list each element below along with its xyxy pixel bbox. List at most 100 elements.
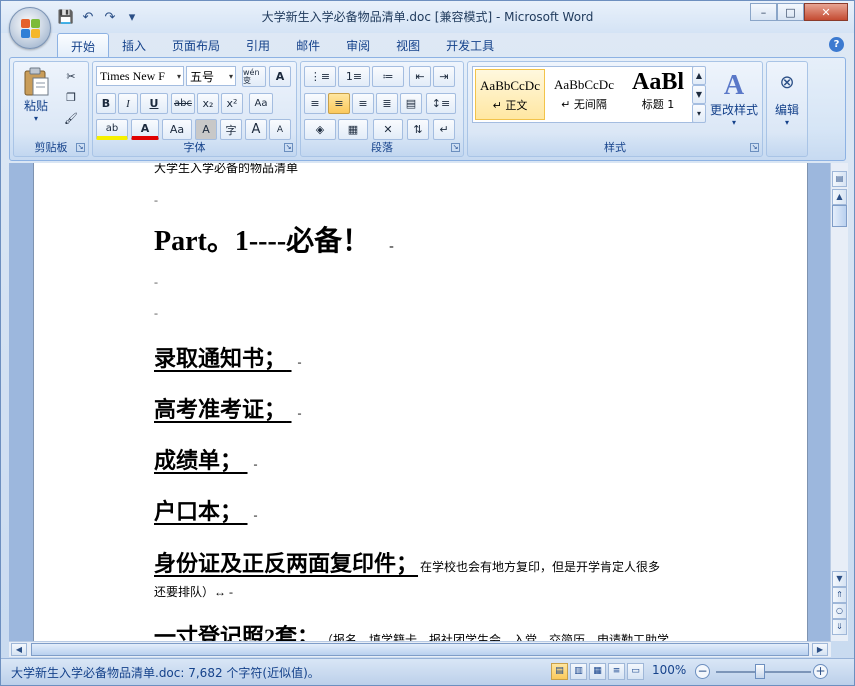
underline-button[interactable]: U	[140, 93, 168, 114]
horizontal-scroll-thumb[interactable]	[31, 643, 809, 656]
subscript-button[interactable]: x₂	[197, 93, 219, 114]
shading-icon[interactable]: ◈	[304, 119, 336, 140]
browse-object-icon[interactable]: ○	[832, 603, 847, 619]
align-right-icon[interactable]: ≡	[352, 93, 374, 114]
editing-button[interactable]: ⊗ 编辑 ▾	[769, 64, 805, 134]
sort-icon[interactable]: ⇅	[407, 119, 429, 140]
print-layout-icon[interactable]: ▤	[551, 663, 568, 680]
style-no-spacing[interactable]: AaBbCcDc ↵ 无间隔	[549, 69, 619, 120]
previous-page-icon[interactable]: ⇑	[832, 587, 847, 603]
tab-page-layout[interactable]: 页面布局	[159, 33, 233, 57]
bullets-icon[interactable]: ⋮≡	[304, 66, 336, 87]
numbering-icon[interactable]: 1≡	[338, 66, 370, 87]
multilevel-list-icon[interactable]: ≔	[372, 66, 404, 87]
styles-launcher-icon[interactable]: ↘	[750, 143, 759, 152]
highlight-button[interactable]: ab	[96, 119, 128, 140]
show-marks-icon[interactable]: ↵	[433, 119, 455, 140]
help-icon[interactable]: ?	[829, 37, 844, 52]
strikethrough-button[interactable]: abc	[171, 93, 195, 114]
window-controls: – □ ✕	[750, 3, 848, 21]
change-case-button[interactable]: Aa	[162, 119, 192, 140]
scroll-right-icon[interactable]: ▶	[812, 643, 828, 656]
tab-mailings[interactable]: 邮件	[283, 33, 333, 57]
grow-font-button[interactable]: A	[245, 119, 267, 140]
paste-button[interactable]: 粘贴 ▾	[18, 64, 54, 126]
justify-icon[interactable]: ≣	[376, 93, 398, 114]
gallery-scroll-down-icon[interactable]: ▼	[692, 85, 706, 104]
vertical-scrollbar[interactable]: ▤ ▲ ▼ ⇑ ○ ⇓	[830, 163, 848, 641]
superscript-button[interactable]: x²	[221, 93, 243, 114]
cut-icon[interactable]: ✂	[60, 66, 82, 87]
scroll-up-icon[interactable]: ▲	[832, 189, 847, 205]
web-layout-icon[interactable]: ▦	[589, 663, 606, 680]
title-bar: 大学新生入学必备物品清单.doc [兼容模式] - Microsoft Word…	[1, 1, 854, 33]
paste-dropdown-icon[interactable]: ▾	[34, 114, 38, 123]
bold-button[interactable]: B	[96, 93, 116, 114]
document-stats[interactable]: 大学新生入学必备物品清单.doc: 7,682 个字符(近似值)。	[11, 664, 320, 681]
zoom-in-icon[interactable]: +	[813, 664, 828, 679]
borders-icon[interactable]: ▦	[338, 119, 368, 140]
font-size-combo[interactable]: 五号 ▾	[186, 66, 236, 86]
phonetic-guide-button[interactable]: wén 变	[242, 66, 266, 87]
undo-icon[interactable]: ↶	[79, 8, 97, 26]
character-border-button[interactable]: A	[269, 66, 291, 87]
gallery-scroll-up-icon[interactable]: ▲	[692, 66, 706, 85]
customize-qat-icon[interactable]: ▾	[123, 8, 141, 26]
shrink-font-button[interactable]: A	[269, 119, 291, 140]
document-page[interactable]: 大学生入学必备的物品清单 ‐ Part。1----必备！ ‐ ‐ ‐ 录取通知书…	[33, 163, 808, 641]
redo-icon[interactable]: ↷	[101, 8, 119, 26]
scroll-down-icon[interactable]: ▼	[832, 571, 847, 587]
increase-indent-icon[interactable]: ⇥	[433, 66, 455, 87]
format-painter-icon[interactable]: 🖌	[60, 108, 82, 129]
vertical-scroll-thumb[interactable]	[832, 205, 847, 227]
maximize-button[interactable]: □	[777, 3, 804, 21]
style-heading-1[interactable]: AaBl 标题 1	[623, 69, 693, 120]
align-left-icon[interactable]: ≡	[304, 93, 326, 114]
tab-home[interactable]: 开始	[57, 33, 110, 57]
character-shading-button[interactable]: A	[195, 119, 217, 140]
paragraph-launcher-icon[interactable]: ↘	[451, 143, 460, 152]
distributed-icon[interactable]: ▤	[400, 93, 422, 114]
next-page-icon[interactable]: ⇓	[832, 619, 847, 635]
horizontal-scrollbar[interactable]: ◀ ▶	[9, 641, 831, 657]
zoom-level[interactable]: 100%	[652, 663, 686, 677]
minimize-button[interactable]: –	[750, 3, 777, 21]
paragraph-mark: ‐	[154, 275, 158, 289]
full-screen-reading-icon[interactable]: ▥	[570, 663, 587, 680]
font-name-combo[interactable]: Times New F ▾	[96, 66, 184, 86]
chevron-down-icon: ▾	[228, 72, 233, 81]
style-normal[interactable]: AaBbCcDc ↵ 正文	[475, 69, 545, 120]
gallery-more-icon[interactable]: ▾	[692, 104, 706, 123]
zoom-slider-thumb[interactable]	[755, 664, 765, 679]
outline-icon[interactable]: ≡	[608, 663, 625, 680]
chinese-layout-icon[interactable]: ✕	[373, 119, 403, 140]
font-launcher-icon[interactable]: ↘	[284, 143, 293, 152]
scroll-left-icon[interactable]: ◀	[11, 643, 27, 656]
align-center-icon[interactable]: ≡	[328, 93, 350, 114]
tab-developer[interactable]: 开发工具	[433, 33, 507, 57]
office-button[interactable]	[9, 7, 51, 49]
list-item: 录取通知书； ‐	[154, 341, 302, 373]
save-icon[interactable]: 💾	[57, 8, 75, 26]
close-button[interactable]: ✕	[804, 3, 848, 21]
group-styles: AaBbCcDc ↵ 正文 AaBbCcDc ↵ 无间隔 AaBl 标题 1 ▲…	[467, 61, 763, 157]
tab-references[interactable]: 引用	[233, 33, 283, 57]
change-styles-button[interactable]: A 更改样式 ▾	[708, 64, 760, 134]
font-size-value: 五号	[190, 69, 215, 84]
draft-icon[interactable]: ▭	[627, 663, 644, 680]
chevron-down-icon: ▾	[176, 72, 181, 81]
italic-button[interactable]: I	[118, 93, 138, 114]
enclose-characters-button[interactable]: 字	[220, 119, 242, 140]
copy-icon[interactable]: ❐	[60, 87, 82, 108]
tab-review[interactable]: 审阅	[333, 33, 383, 57]
font-color-button[interactable]: A	[131, 119, 159, 140]
decrease-indent-icon[interactable]: ⇤	[409, 66, 431, 87]
tab-view[interactable]: 视图	[383, 33, 433, 57]
clear-formatting-button[interactable]: Aa	[249, 93, 273, 114]
tab-insert[interactable]: 插入	[109, 33, 159, 57]
office-logo-icon	[21, 19, 41, 39]
zoom-out-icon[interactable]: −	[695, 664, 710, 679]
clipboard-launcher-icon[interactable]: ↘	[76, 143, 85, 152]
ruler-toggle-icon[interactable]: ▤	[832, 171, 847, 187]
line-spacing-icon[interactable]: ↕≡	[426, 93, 456, 114]
